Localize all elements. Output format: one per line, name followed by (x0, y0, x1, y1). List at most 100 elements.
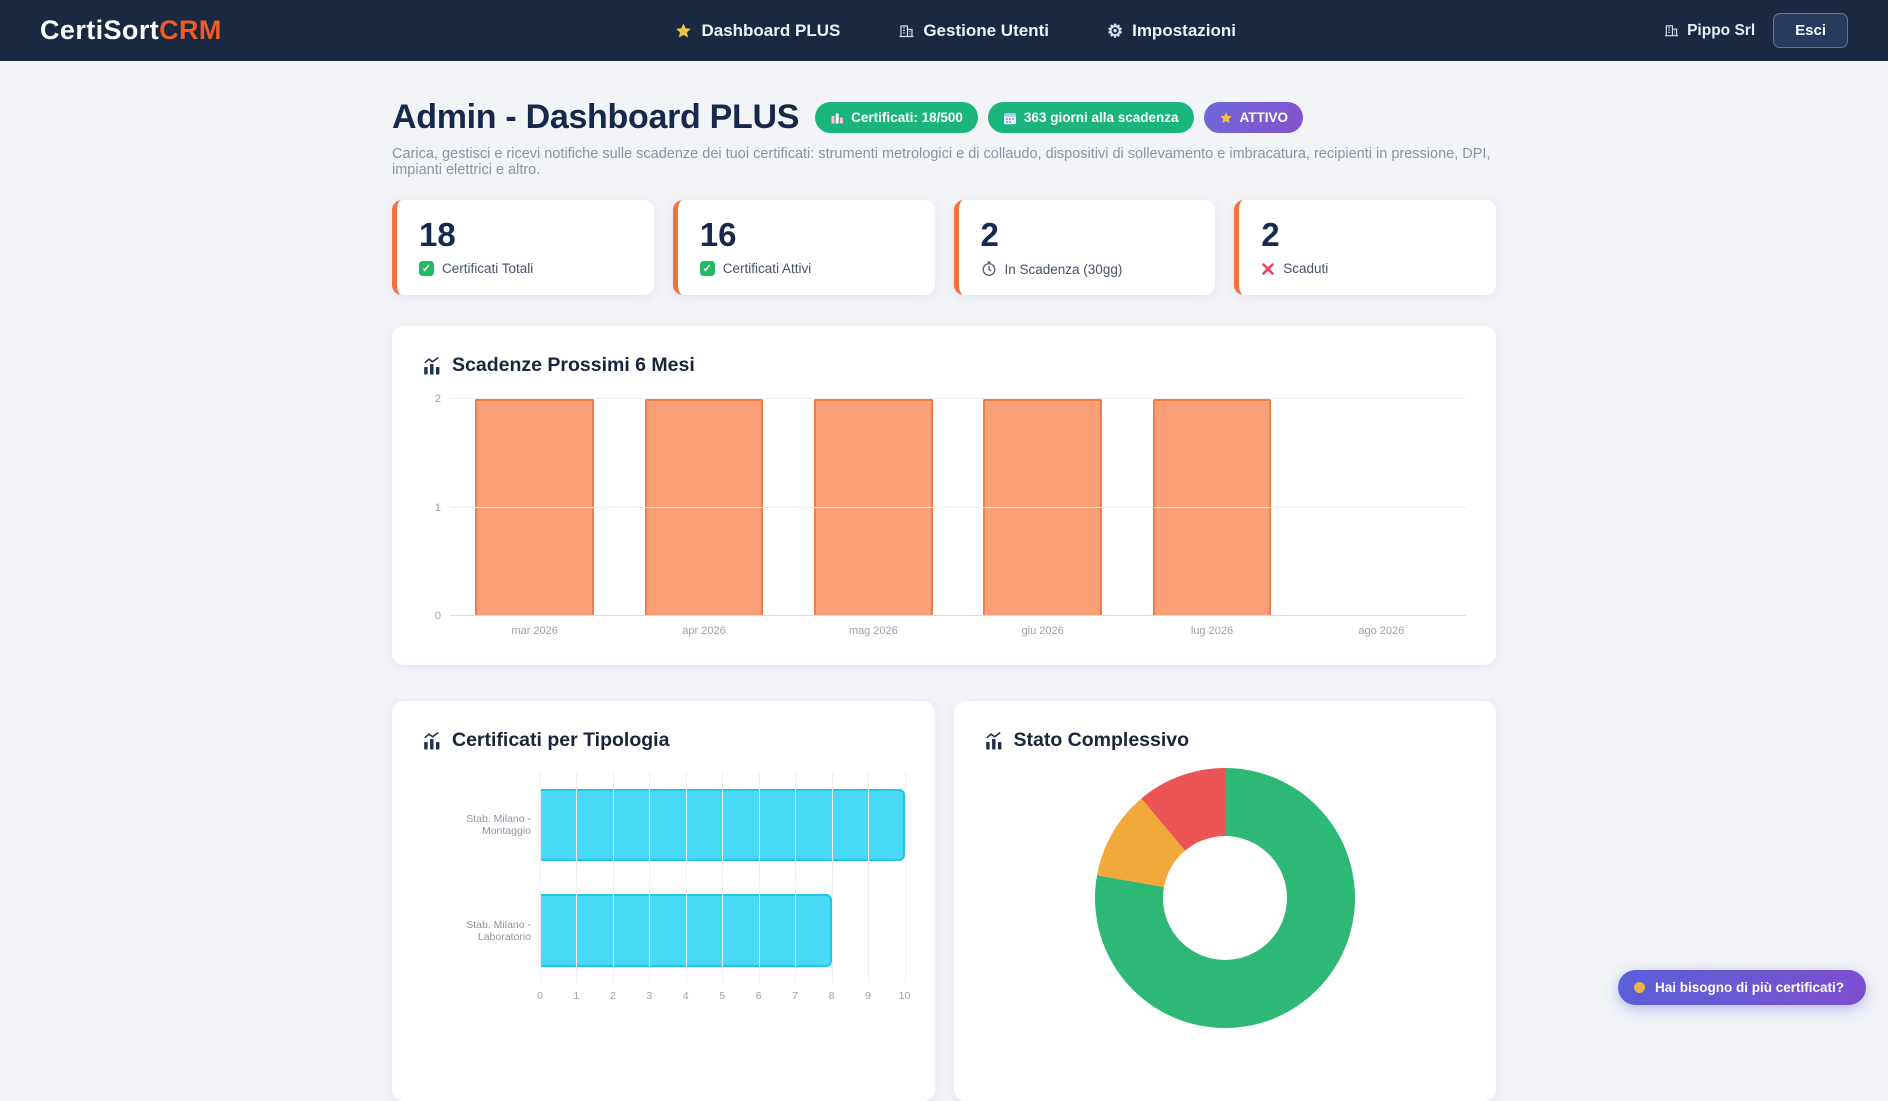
typology-chart-card: Certificati per Tipologia Stab. Milano -… (392, 701, 935, 1101)
expiry-bar-chart: 012 (422, 399, 1466, 616)
x-axis-tick: mar 2026 (450, 625, 619, 637)
stat-label: Scaduti (1283, 261, 1328, 276)
gridline (450, 398, 1466, 399)
stat-label: Certificati Attivi (723, 261, 812, 276)
floating-button-label: Hai bisogno di più certificati? (1655, 980, 1844, 995)
donut-wrap (984, 768, 1467, 1028)
y-axis-tick: 1 (435, 502, 441, 514)
bar-slot (450, 399, 619, 616)
company-label: Pippo Srl (1687, 22, 1755, 40)
check-icon: ✓ (419, 261, 434, 276)
bar-chart-icon (422, 731, 442, 751)
status-donut-chart (1095, 768, 1355, 1028)
navbar-right: Pippo Srl Esci (1664, 13, 1848, 48)
nav-item-impostazioni[interactable]: ⚙ Impostazioni (1107, 21, 1236, 41)
chart-title-row: Certificati per Tipologia (422, 729, 905, 752)
stat-card-attivi: 16 ✓ Certificati Attivi (673, 200, 935, 295)
chart-title: Certificati per Tipologia (452, 729, 669, 752)
x-axis-tick: 5 (719, 990, 725, 1002)
bar (983, 399, 1102, 616)
app-logo[interactable]: CertiSortCRM (40, 15, 222, 46)
main-content: Admin - Dashboard PLUS Certificati: 18/5… (392, 61, 1496, 1101)
category-label: Stab. Milano - Laboratorio (422, 878, 540, 984)
x-axis-tick: 3 (646, 990, 652, 1002)
bar-slot (619, 399, 788, 616)
need-more-certificates-button[interactable]: Hai bisogno di più certificati? (1618, 970, 1866, 1005)
clock-icon (981, 261, 997, 277)
category-label: Stab. Milano - Montaggio (422, 772, 540, 878)
x-axis-tick: lug 2026 (1127, 625, 1296, 637)
x-axis-tick: 8 (829, 990, 835, 1002)
x-axis-tick: giu 2026 (958, 625, 1127, 637)
bars-layer (450, 399, 1466, 616)
logout-button[interactable]: Esci (1773, 13, 1848, 48)
stat-label-row: ✓ Certificati Attivi (700, 261, 913, 276)
logo-accent: CRM (159, 15, 222, 45)
bar (475, 399, 594, 616)
stat-card-totali: 18 ✓ Certificati Totali (392, 200, 654, 295)
gridline (540, 772, 541, 983)
x-axis-tick: 9 (865, 990, 871, 1002)
x-axis-tick: ago 2026 (1297, 625, 1466, 637)
x-axis-tick: 1 (574, 990, 580, 1002)
star-icon (674, 22, 692, 40)
bar-chart-icon (830, 111, 844, 125)
page-subtitle: Carica, gestisci e ricevi notifiche sull… (392, 146, 1496, 178)
gear-icon: ⚙ (1107, 22, 1123, 40)
y-axis-tick: 2 (435, 393, 441, 405)
stat-value: 2 (981, 217, 1194, 253)
stat-label: Certificati Totali (442, 261, 533, 276)
chart-plot-area (540, 772, 905, 983)
typology-bar-chart: Stab. Milano - MontaggioStab. Milano - L… (422, 772, 905, 1008)
x-axis-tick: 10 (899, 990, 911, 1002)
x-icon (1261, 262, 1275, 276)
building-icon (898, 23, 914, 39)
gridline (450, 507, 1466, 508)
status-chart-card: Stato Complessivo (954, 701, 1497, 1101)
stat-label: In Scadenza (30gg) (1005, 262, 1123, 277)
gridline (868, 772, 869, 983)
y-axis-tick: 0 (435, 610, 441, 622)
nav-item-dashboard-plus[interactable]: Dashboard PLUS (674, 21, 840, 41)
gridline (905, 772, 906, 983)
gridline (832, 772, 833, 983)
nav-label: Impostazioni (1132, 21, 1236, 41)
stat-card-scaduti: 2 Scaduti (1234, 200, 1496, 295)
x-axis-tick: apr 2026 (619, 625, 788, 637)
bar (814, 399, 933, 616)
bar-slot (1297, 399, 1466, 616)
badge-label: ATTIVO (1240, 110, 1289, 125)
stat-card-in-scadenza: 2 In Scadenza (30gg) (954, 200, 1216, 295)
x-axis-tick: 0 (537, 990, 543, 1002)
x-axis: 012345678910 (540, 990, 905, 1008)
bar-slot (1127, 399, 1296, 616)
gridline (450, 615, 1466, 616)
calendar-icon (1003, 111, 1017, 125)
company-name: Pippo Srl (1664, 22, 1755, 40)
star-icon (1219, 111, 1233, 125)
chart-title-row: Stato Complessivo (984, 729, 1467, 752)
stat-value: 18 (419, 217, 632, 253)
chart-title: Stato Complessivo (1014, 729, 1190, 752)
status-badges: Certificati: 18/500 363 giorni alla scad… (815, 102, 1303, 133)
main-nav: Dashboard PLUS Gestione Utenti ⚙ Imposta… (674, 21, 1236, 41)
x-axis-tick: 2 (610, 990, 616, 1002)
bar (645, 399, 764, 616)
badge-label: 363 giorni alla scadenza (1024, 110, 1179, 125)
certificates-count-badge: Certificati: 18/500 (815, 102, 978, 133)
x-axis: mar 2026apr 2026mag 2026giu 2026lug 2026… (450, 625, 1466, 637)
gold-dot-icon (1634, 982, 1645, 993)
chart-body: Stab. Milano - MontaggioStab. Milano - L… (422, 772, 905, 983)
bar-chart-icon (422, 356, 442, 376)
gridline (795, 772, 796, 983)
x-axis-tick: mag 2026 (789, 625, 958, 637)
gridline (576, 772, 577, 983)
x-axis-tick: 7 (792, 990, 798, 1002)
chart-plot-area (450, 399, 1466, 616)
nav-item-gestione-utenti[interactable]: Gestione Utenti (898, 21, 1049, 41)
category-axis: Stab. Milano - MontaggioStab. Milano - L… (422, 772, 540, 983)
stat-value: 16 (700, 217, 913, 253)
stats-row: 18 ✓ Certificati Totali 16 ✓ Certificati… (392, 200, 1496, 295)
active-status-badge: ATTIVO (1204, 102, 1304, 133)
gridline (649, 772, 650, 983)
